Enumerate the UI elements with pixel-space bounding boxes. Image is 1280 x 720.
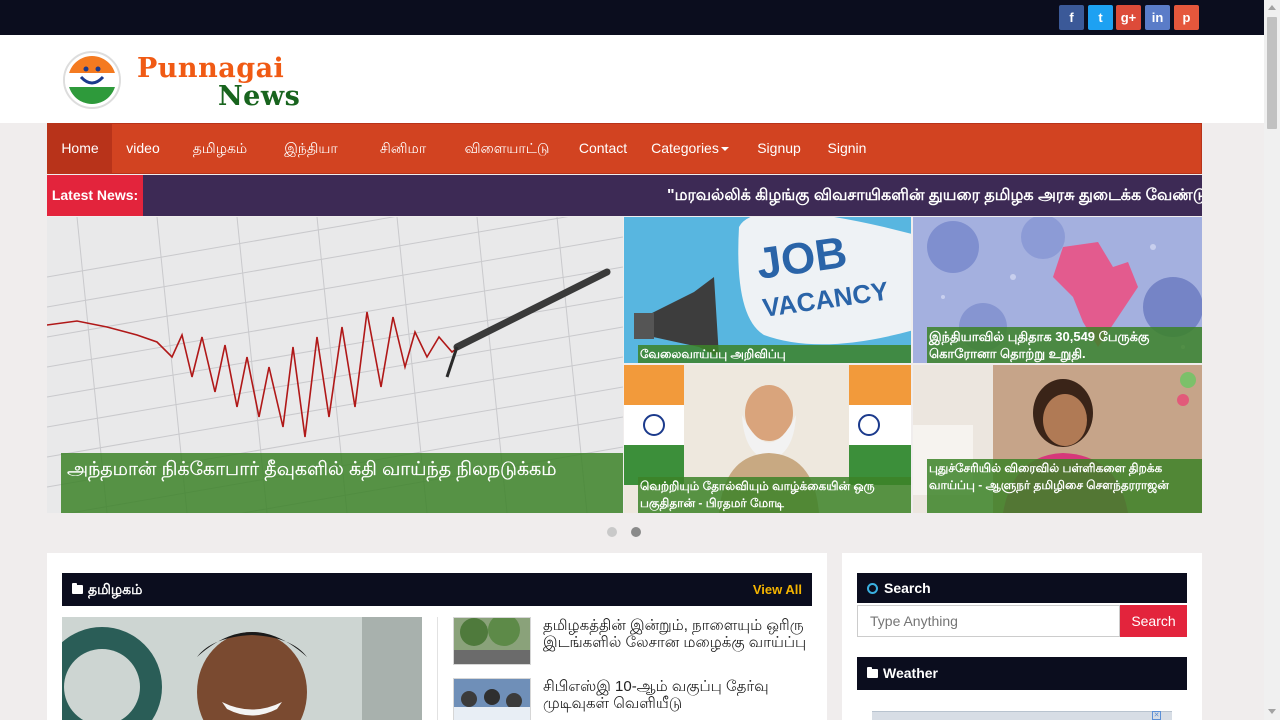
folder-icon [857, 665, 883, 681]
logo-icon[interactable] [63, 51, 121, 109]
slider-covid-caption: இந்தியாவில் புதிதாக 30,549 பேருக்கு கொரோ… [927, 327, 1202, 363]
search-icon [867, 583, 878, 594]
nav-sports[interactable]: விளையாட்டு [450, 124, 564, 173]
list-item[interactable]: சிபிஎஸ்இ 10-ஆம் வகுப்பு தேர்வு முடிவுகள்… [453, 678, 813, 720]
latest-news-label: Latest News: [47, 175, 143, 216]
nav-video[interactable]: video [112, 124, 174, 173]
view-all-link[interactable]: View All [753, 573, 802, 606]
tamilnadu-section-title: தமிழகம் [88, 581, 143, 597]
logo-word-news[interactable]: News [218, 81, 300, 112]
slider-dot-2[interactable] [631, 527, 641, 537]
google-plus-icon[interactable]: g+ [1116, 5, 1141, 30]
nav-cinema[interactable]: சினிமா [356, 124, 450, 173]
latest-news-text[interactable]: "மரவல்லிக் கிழங்கு விவசாயிகளின் துயரை தம… [667, 175, 1202, 216]
pinterest-icon[interactable]: p [1174, 5, 1199, 30]
facebook-icon[interactable]: f [1059, 5, 1084, 30]
main-navbar: Home video தமிழகம் இந்தியா சினிமா விளையா… [47, 123, 1202, 174]
slider-modi-caption: வெற்றியும் தோல்வியும் வாழ்க்கையின் ஒரு ப… [638, 477, 911, 513]
nav-categories[interactable]: Categories [642, 124, 738, 173]
nav-categories-label: Categories [651, 140, 719, 156]
featured-story-image[interactable] [62, 617, 422, 720]
nav-contact[interactable]: Contact [564, 124, 642, 173]
nav-tamilnadu[interactable]: தமிழகம் [174, 124, 266, 173]
folder-icon [62, 581, 88, 597]
chevron-down-icon [720, 147, 729, 152]
close-icon[interactable]: ✕ [1152, 711, 1161, 720]
nav-home[interactable]: Home [48, 124, 112, 173]
slider-governor-caption: புதுச்சேரியில் விரைவில் பள்ளிகளை திறக்க … [927, 459, 1202, 513]
google-plus-glyph: g+ [1120, 10, 1137, 25]
slider-main-tile[interactable]: அந்தமான் நிக்கோபார் தீவுகளில் க்தி வாய்ந… [47, 217, 623, 513]
slider-modi-caption-text: வெற்றியும் தோல்வியும் வாழ்க்கையின் ஒரு ப… [640, 479, 875, 510]
weather-widget-header: Weather [857, 657, 1187, 690]
slider-job-tile[interactable]: JOB VACANCY வேலைவாய்ப்பு அறிவிப்பு [624, 217, 911, 363]
nav-signup[interactable]: Signup [748, 124, 810, 173]
linkedin-glyph: in [1151, 10, 1164, 25]
slider-dot-1[interactable] [607, 527, 617, 537]
weather-widget-frame[interactable] [872, 711, 1172, 720]
tamilnadu-section-card: தமிழகம் View All தமிழகத்தின் இன்றும், நா… [47, 553, 827, 720]
list-item-thumbnail [453, 614, 531, 665]
facebook-glyph: f [1069, 10, 1074, 25]
slider-covid-caption-text: இந்தியாவில் புதிதாக 30,549 பேருக்கு கொரோ… [929, 329, 1150, 361]
twitter-icon[interactable]: t [1088, 5, 1113, 30]
slider-covid-tile[interactable]: இந்தியாவில் புதிதாக 30,549 பேருக்கு கொரோ… [913, 217, 1202, 363]
linkedin-icon[interactable]: in [1145, 5, 1170, 30]
pinterest-glyph: p [1182, 10, 1191, 25]
nav-india[interactable]: இந்தியா [266, 124, 356, 173]
scroll-up-arrow[interactable] [1268, 5, 1276, 10]
scroll-thumb[interactable] [1267, 17, 1277, 129]
top-bar: f t g+ in p [0, 0, 1264, 35]
nav-signin[interactable]: Signin [818, 124, 876, 173]
tamilnadu-section-header: தமிழகம் View All [62, 573, 812, 606]
slider-main-caption-text: அந்தமான் நிக்கோபார் தீவுகளில் க்தி வாய்ந… [67, 459, 557, 480]
list-item-title[interactable]: சிபிஎஸ்இ 10-ஆம் வகுப்பு தேர்வு முடிவுகள்… [543, 678, 813, 712]
job-vacancy-image: JOB VACANCY [624, 217, 911, 363]
weather-widget-title: Weather [883, 665, 938, 681]
list-item-title[interactable]: தமிழகத்தின் இன்றும், நாளையும் ஒரிரு இடங்… [543, 617, 813, 651]
search-widget-title: Search [884, 580, 931, 596]
scroll-down-arrow[interactable] [1268, 709, 1276, 714]
sidebar-card: Search Search Weather ✕ [842, 553, 1202, 720]
list-item-thumbnail [453, 678, 531, 720]
logo-word-punnagai[interactable]: Punnagai [137, 53, 284, 84]
search-input[interactable] [857, 605, 1120, 637]
search-widget-header: Search [857, 573, 1187, 603]
latest-news-ticker: Latest News: "மரவல்லிக் கிழங்கு விவசாயிக… [47, 175, 1202, 216]
section-divider [437, 617, 438, 720]
site-header: Punnagai News [0, 35, 1264, 123]
slider-governor-tile[interactable]: புதுச்சேரியில் விரைவில் பள்ளிகளை திறக்க … [913, 365, 1202, 513]
twitter-glyph: t [1098, 10, 1103, 25]
list-item[interactable]: தமிழகத்தின் இன்றும், நாளையும் ஒரிரு இடங்… [453, 614, 813, 669]
slider-job-caption-text: வேலைவாய்ப்பு அறிவிப்பு [640, 347, 786, 361]
search-button[interactable]: Search [1120, 605, 1187, 637]
slider-governor-caption-text: புதுச்சேரியில் விரைவில் பள்ளிகளை திறக்க … [929, 461, 1169, 492]
slider-job-caption: வேலைவாய்ப்பு அறிவிப்பு [638, 345, 911, 363]
slider-main-caption: அந்தமான் நிக்கோபார் தீவுகளில் க்தி வாய்ந… [61, 453, 623, 513]
slider-modi-tile[interactable]: வெற்றியும் தோல்வியும் வாழ்க்கையின் ஒரு ப… [624, 365, 911, 513]
